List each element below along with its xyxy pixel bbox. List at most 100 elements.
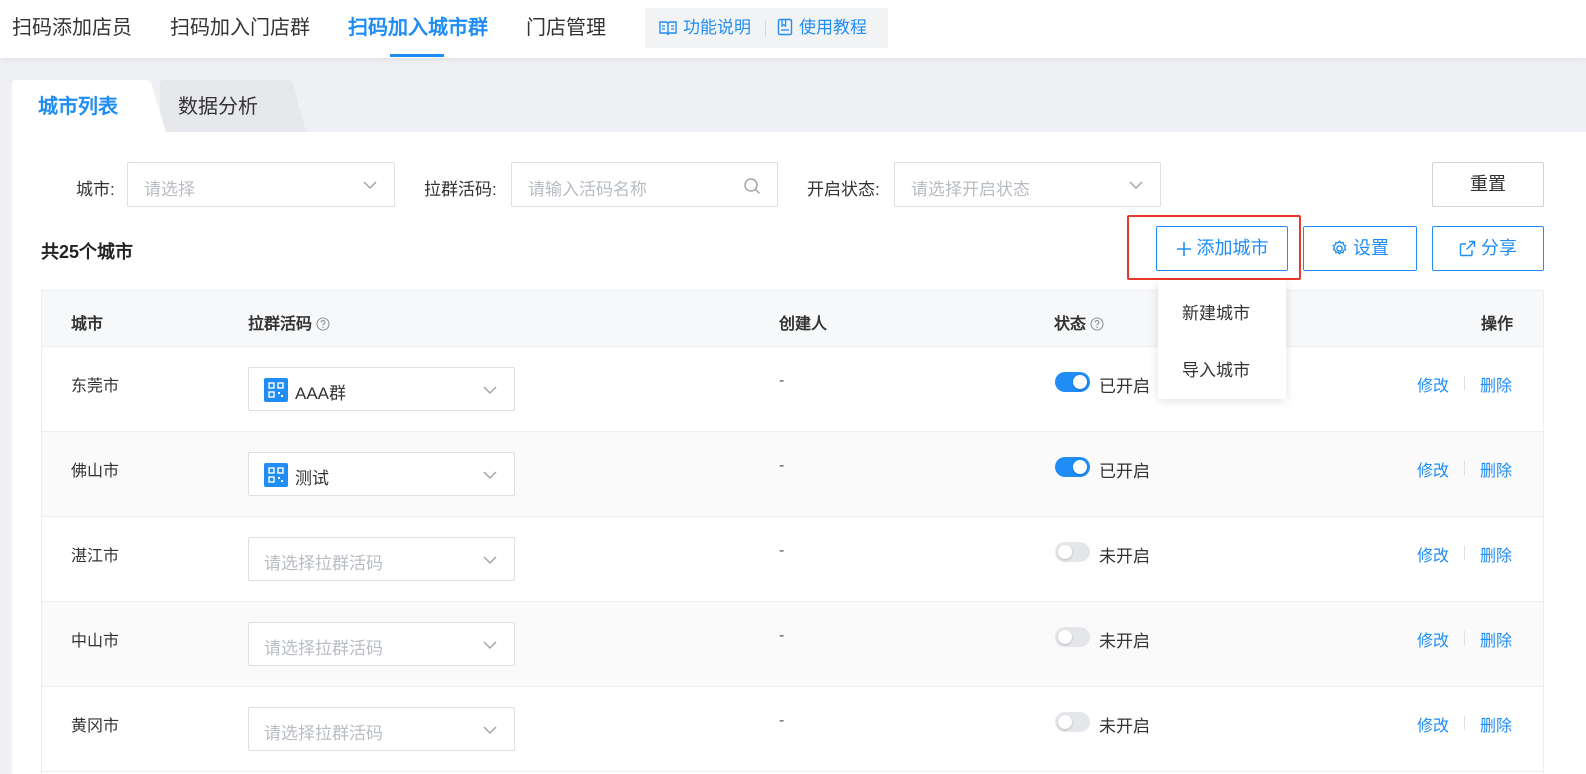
divider [1464,461,1465,475]
header-code: 拉群活码 [248,310,330,334]
creator-value: - [779,372,785,389]
table-header: 城市 拉群活码 创建人 状态 操作 [42,291,1543,347]
code-select[interactable]: 请选择拉群活码 [248,537,515,581]
table-row: 黄冈市 请选择拉群活码 - 未开启 修改 删除 [42,687,1543,772]
tab-data-analysis[interactable]: 数据分析 [160,80,306,132]
tutorial-label: 使用教程 [799,18,867,37]
code-select[interactable]: 请选择拉群活码 [248,622,515,666]
qr-code-icon [264,378,288,402]
top-navigation: 扫码添加店员 扫码加入门店群 扫码加入城市群 门店管理 功能说明 使用教程 [0,0,1586,58]
status-toggle[interactable] [1055,457,1090,477]
tutorial-link[interactable]: 使用教程 [777,17,867,39]
tab-scan-join-store-group[interactable]: 扫码加入门店群 [170,14,310,58]
delete-link[interactable]: 删除 [1480,712,1512,736]
menu-item-import-city[interactable]: 导入城市 [1182,356,1250,381]
city-name: 湛江市 [71,548,120,565]
creator-value: - [779,457,785,474]
help-circle-icon[interactable] [316,317,330,331]
edit-link[interactable]: 修改 [1417,542,1449,566]
help-circle-icon[interactable] [1090,317,1104,331]
tab-scan-add-staff[interactable]: 扫码添加店员 [12,14,132,58]
delete-link[interactable]: 删除 [1480,627,1512,651]
tab-city-list-label: 城市列表 [38,96,118,118]
chevron-down-icon [363,181,377,190]
toggle-knob [1073,375,1087,389]
edit-link[interactable]: 修改 [1417,372,1449,396]
settings-button[interactable]: 设置 [1303,226,1417,271]
tab-city-list[interactable]: 城市列表 [12,80,166,132]
code-select[interactable]: 请选择拉群活码 [248,707,515,751]
city-name: 中山市 [71,633,120,650]
tab-label: 扫码加入城市群 [348,17,488,39]
status-text: 未开启 [1099,717,1150,736]
edit-link[interactable]: 修改 [1417,457,1449,481]
share-button[interactable]: 分享 [1432,226,1544,271]
table-row: 中山市 请选择拉群活码 - 未开启 修改 删除 [42,602,1543,687]
add-city-label: 添加城市 [1196,238,1269,258]
status-toggle[interactable] [1055,372,1090,392]
feature-description-link[interactable]: 功能说明 [659,17,751,39]
active-tab-underline [390,54,444,57]
book-icon [659,21,677,36]
city-filter-label: 城市: [76,180,115,199]
chevron-down-icon [1129,181,1143,190]
status-toggle[interactable] [1055,627,1090,647]
divider [765,21,766,37]
header-code-label: 拉群活码 [248,316,313,333]
code-placeholder: 请选择拉群活码 [264,554,383,573]
edit-link[interactable]: 修改 [1417,712,1449,736]
delete-link[interactable]: 删除 [1480,372,1512,396]
settings-label: 设置 [1353,238,1389,258]
toggle-knob [1073,460,1087,474]
chevron-down-icon [483,556,497,565]
chevron-down-icon [483,641,497,650]
status-toggle[interactable] [1055,712,1090,732]
search-icon[interactable] [743,177,761,195]
city-select[interactable]: 请选择 [127,162,395,207]
share-label: 分享 [1481,238,1517,258]
code-select[interactable]: AAA群 [248,367,515,411]
feature-description-label: 功能说明 [683,18,751,37]
city-name: 黄冈市 [71,718,120,735]
tab-scan-join-city-group[interactable]: 扫码加入城市群 [348,14,488,58]
add-city-dropdown: 新建城市 导入城市 [1158,280,1286,399]
edit-link[interactable]: 修改 [1417,627,1449,651]
status-filter-label: 开启状态: [807,180,880,199]
plus-icon [1176,242,1191,256]
code-search-input[interactable]: 请输入活码名称 [511,162,778,207]
code-placeholder: 请选择拉群活码 [264,724,383,743]
code-select[interactable]: 测试 [248,452,515,496]
divider [1464,376,1465,390]
header-city: 城市 [71,316,104,333]
chevron-down-icon [483,386,497,395]
share-icon [1459,240,1476,257]
menu-item-new-city[interactable]: 新建城市 [1182,299,1250,324]
toggle-knob [1058,715,1072,729]
status-toggle[interactable] [1055,542,1090,562]
status-select[interactable]: 请选择开启状态 [894,162,1161,207]
delete-link[interactable]: 删除 [1480,457,1512,481]
status-text: 已开启 [1099,377,1150,396]
city-select-placeholder: 请选择 [144,180,195,199]
header-action: 操作 [1481,316,1514,333]
code-value: AAA群 [295,384,347,403]
code-value: 测试 [295,469,329,488]
divider [1464,631,1465,645]
delete-link[interactable]: 删除 [1480,542,1512,566]
tab-store-management[interactable]: 门店管理 [526,14,606,58]
reset-button[interactable]: 重置 [1432,162,1544,207]
chevron-down-icon [483,726,497,735]
creator-value: - [779,712,785,729]
status-text: 已开启 [1099,462,1150,481]
add-city-button[interactable]: 添加城市 [1156,226,1288,271]
help-links: 功能说明 使用教程 [645,8,888,48]
header-creator: 创建人 [779,316,828,333]
sub-tabs: 数据分析 城市列表 [12,80,1586,132]
gear-icon [1332,240,1347,256]
status-text: 未开启 [1099,547,1150,566]
city-count: 共25个城市 [41,242,134,262]
status-select-placeholder: 请选择开启状态 [911,180,1030,199]
status-text: 未开启 [1099,632,1150,651]
qr-code-icon [264,463,288,487]
table-row: 湛江市 请选择拉群活码 - 未开启 修改 删除 [42,517,1543,602]
